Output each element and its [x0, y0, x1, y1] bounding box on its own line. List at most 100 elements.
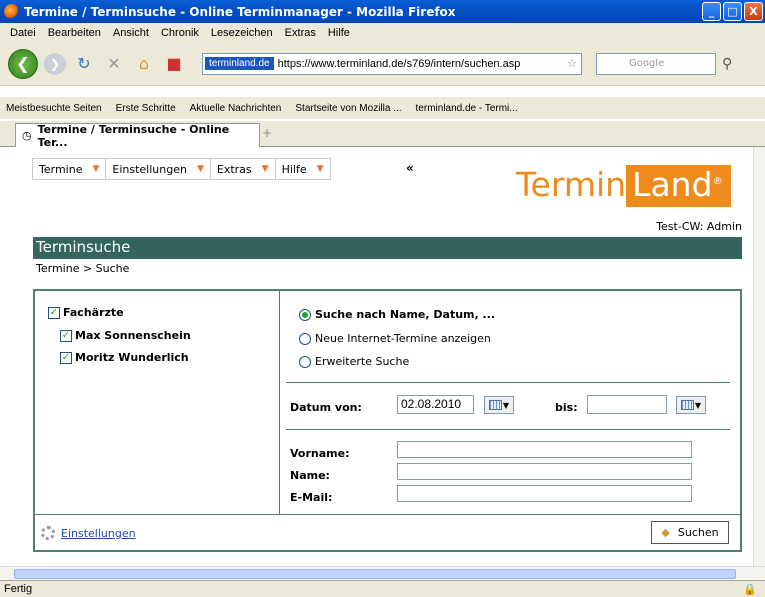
- search-icon[interactable]: ⚲: [722, 56, 732, 72]
- bookmark-item[interactable]: Aktuelle Nachrichten: [190, 103, 282, 114]
- vorname-label: Vorname:: [290, 447, 350, 460]
- radio-label: Neue Internet-Termine anzeigen: [315, 332, 491, 345]
- chevron-down-icon: ▼: [92, 164, 100, 174]
- email-label: E-Mail:: [290, 491, 333, 504]
- radio-label: Suche nach Name, Datum, ...: [315, 308, 496, 321]
- tab-terminsuche[interactable]: ◷ Termine / Terminsuche - Online Ter...: [15, 123, 260, 149]
- status-bar: Fertig 🔒: [0, 580, 765, 597]
- forward-button[interactable]: ❯: [44, 52, 66, 75]
- current-user: Test-CW: Admin: [656, 220, 742, 233]
- bookmark-item[interactable]: terminland.de - Termi...: [416, 103, 518, 114]
- email-input[interactable]: [397, 485, 692, 502]
- radio-suche-nach-name[interactable]: Suche nach Name, Datum, ...: [299, 308, 495, 321]
- menu-extras[interactable]: Extras: [279, 27, 322, 39]
- breadcrumb: Termine > Suche: [36, 262, 130, 275]
- stop-icon[interactable]: ✕: [102, 52, 126, 76]
- close-button[interactable]: X: [744, 2, 763, 21]
- maximize-button[interactable]: □: [723, 2, 742, 21]
- vertical-scrollbar[interactable]: [753, 147, 765, 566]
- bookmark-item[interactable]: Erste Schritte: [116, 103, 176, 114]
- site-identity-button[interactable]: terminland.de: [205, 57, 274, 70]
- menu-chronik[interactable]: Chronik: [155, 27, 205, 39]
- app-menu-termine[interactable]: Termine ▼: [33, 159, 107, 179]
- tree-item-label: Moritz Wunderlich: [75, 351, 189, 364]
- menu-hilfe[interactable]: Hilfe: [322, 27, 356, 39]
- menu-bar: Datei Bearbeiten Ansicht Chronik Lesezei…: [0, 23, 765, 42]
- date-to-calendar-button[interactable]: ▼: [676, 396, 706, 414]
- vorname-input[interactable]: [397, 441, 692, 458]
- chevron-down-icon: ▼: [261, 164, 269, 174]
- radio-icon[interactable]: [299, 332, 311, 345]
- back-button[interactable]: ❮: [8, 48, 38, 79]
- radio-neue-internet-termine[interactable]: Neue Internet-Termine anzeigen: [299, 332, 491, 345]
- date-from-input[interactable]: 02.08.2010: [397, 395, 474, 414]
- page-content: Termine ▼ Einstellungen ▼ Extras ▼ Hilfe ▼ «…: [0, 147, 753, 566]
- menu-ansicht[interactable]: Ansicht: [107, 27, 155, 39]
- logo-part1: Termin: [516, 165, 627, 204]
- date-from-calendar-button[interactable]: ▼: [484, 396, 514, 414]
- calendar-icon: [488, 400, 502, 410]
- tree-item-label: Max Sonnenschein: [75, 329, 191, 342]
- tab-bar: ◷ Termine / Terminsuche - Online Ter... …: [0, 121, 765, 149]
- app-menu-extras[interactable]: Extras ▼: [211, 159, 276, 179]
- menu-lesezeichen[interactable]: Lesezeichen: [205, 27, 279, 39]
- radio-selected-icon[interactable]: [299, 308, 311, 321]
- logo-part2-text: Land: [632, 165, 713, 204]
- scrollbar-thumb[interactable]: [14, 569, 736, 579]
- tree-item-moritz-wunderlich[interactable]: ✓ Moritz Wunderlich: [60, 351, 189, 364]
- window-titlebar: Termine / Terminsuche - Online Terminman…: [0, 0, 765, 23]
- app-menu-label: Hilfe: [281, 162, 307, 176]
- app-menu: Termine ▼ Einstellungen ▼ Extras ▼ Hilfe ▼: [32, 158, 331, 180]
- app-menu-label: Einstellungen: [112, 162, 187, 176]
- date-from-label: Datum von:: [290, 401, 362, 414]
- search-input[interactable]: Google: [596, 52, 716, 75]
- logo-part2: Land®: [626, 165, 731, 207]
- chevron-down-icon: ▼: [694, 400, 702, 410]
- minimize-button[interactable]: _: [702, 2, 721, 21]
- menu-datei[interactable]: Datei: [4, 27, 42, 39]
- resource-tree: ✓ Fachärzte ✓ Max Sonnenschein ✓ Moritz …: [35, 291, 280, 514]
- search-criteria: Suche nach Name, Datum, ... Neue Interne…: [280, 291, 740, 514]
- checkbox-checked-icon[interactable]: ✓: [60, 351, 72, 364]
- bookmark-item[interactable]: Meistbesuchte Seiten: [6, 103, 102, 114]
- home-icon[interactable]: ⌂: [132, 52, 156, 76]
- app-menu-einstellungen[interactable]: Einstellungen ▼: [106, 159, 211, 179]
- tree-group-fachaerzte[interactable]: ✓ Fachärzte: [48, 306, 124, 319]
- name-input[interactable]: [397, 463, 692, 480]
- tree-group-label: Fachärzte: [63, 306, 124, 319]
- chevron-down-icon: ▼: [316, 164, 324, 174]
- radio-label: Erweiterte Suche: [315, 355, 410, 368]
- addon-icon[interactable]: ■: [162, 52, 186, 76]
- window-title: Termine / Terminsuche - Online Terminman…: [24, 4, 456, 19]
- bookmark-item[interactable]: Startseite von Mozilla ...: [295, 103, 401, 114]
- checkbox-checked-icon[interactable]: ✓: [48, 306, 60, 319]
- terminland-logo: Termin Land®: [516, 165, 731, 207]
- menu-bearbeiten[interactable]: Bearbeiten: [42, 27, 107, 39]
- date-to-input[interactable]: [587, 395, 667, 414]
- settings-link-label: Einstellungen: [61, 526, 136, 540]
- tree-item-max-sonnenschein[interactable]: ✓ Max Sonnenschein: [60, 329, 191, 342]
- reload-icon[interactable]: ↻: [72, 52, 96, 76]
- search-diamond-icon: ◆: [661, 526, 670, 539]
- collapse-menu-button[interactable]: «: [406, 161, 414, 175]
- url-input[interactable]: https://www.terminland.de/s769/intern/su…: [278, 58, 564, 70]
- app-menu-hilfe[interactable]: Hilfe ▼: [276, 159, 330, 179]
- horizontal-scrollbar[interactable]: [0, 566, 765, 580]
- radio-icon[interactable]: [299, 355, 311, 368]
- new-tab-button[interactable]: +: [262, 126, 272, 140]
- radio-erweiterte-suche[interactable]: Erweiterte Suche: [299, 355, 409, 368]
- bookmark-star-icon[interactable]: ☆: [563, 57, 581, 70]
- panel-footer: Einstellungen ◆ Suchen: [35, 514, 740, 550]
- bookmarks-toolbar: Meistbesuchte Seiten Erste Schritte Aktu…: [0, 97, 765, 119]
- checkbox-checked-icon[interactable]: ✓: [60, 329, 72, 342]
- search-button[interactable]: ◆ Suchen: [651, 521, 729, 544]
- clock-icon: ◷: [22, 129, 32, 142]
- chevron-down-icon: ▼: [196, 164, 204, 174]
- url-bar[interactable]: terminland.de https://www.terminland.de/…: [202, 52, 582, 75]
- gear-icon: [41, 526, 55, 540]
- settings-link[interactable]: Einstellungen: [41, 526, 136, 540]
- search-button-label: Suchen: [677, 526, 719, 539]
- logo-reg: ®: [712, 176, 723, 187]
- firefox-icon: [4, 4, 19, 19]
- chevron-down-icon: ▼: [502, 400, 510, 410]
